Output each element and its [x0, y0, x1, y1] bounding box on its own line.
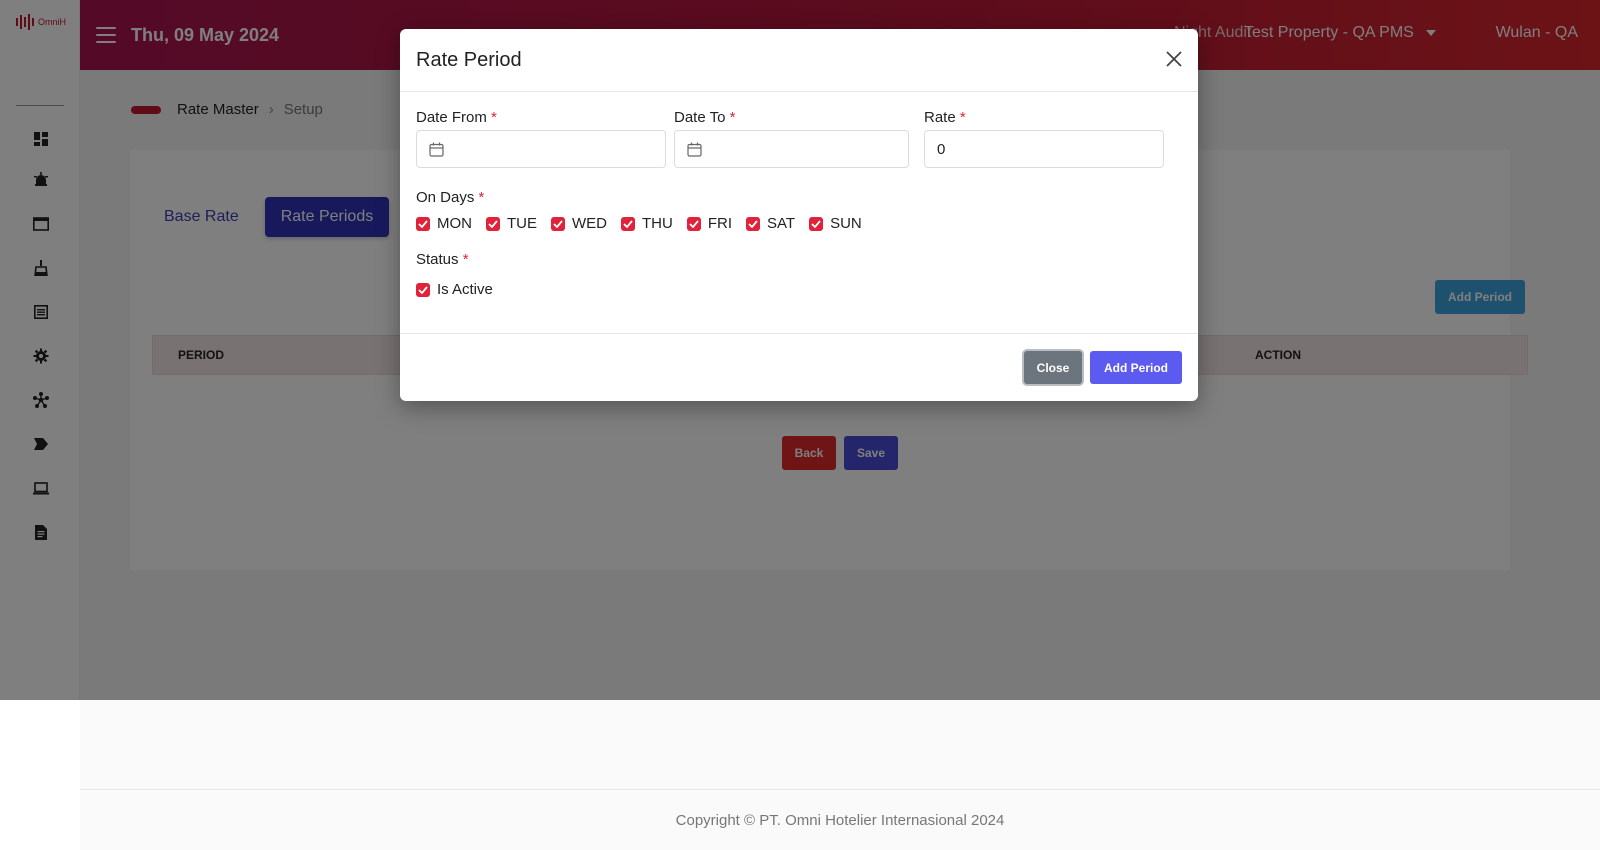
checkbox-checked-icon[interactable]: [486, 216, 500, 231]
date-to-label-text: Date To: [674, 109, 726, 126]
checkbox-checked-icon[interactable]: [551, 216, 565, 231]
day-label: TUE: [507, 215, 537, 232]
checkbox-checked-icon[interactable]: [416, 282, 430, 297]
rate-period-modal: Rate Period Date From * Date To * Rate *…: [400, 29, 1198, 401]
days-checkbox-group: MON TUE WED THU FRI SAT SUN: [416, 215, 862, 232]
checkbox-checked-icon[interactable]: [746, 216, 760, 231]
required-mark: *: [729, 109, 736, 126]
calendar-icon: [429, 142, 444, 157]
date-to-input[interactable]: [674, 130, 909, 168]
day-fri[interactable]: FRI: [686, 215, 732, 232]
modal-title: Rate Period: [416, 49, 522, 71]
checkbox-checked-icon[interactable]: [809, 216, 824, 231]
day-label: MON: [437, 215, 472, 232]
modal-footer-divider: [400, 333, 1198, 334]
date-to-label: Date To *: [674, 109, 735, 126]
day-label: SUN: [830, 215, 862, 232]
day-sun[interactable]: SUN: [809, 215, 862, 232]
rate-input[interactable]: 0: [924, 130, 1164, 168]
modal-header: Rate Period: [400, 29, 1198, 92]
date-from-label-text: Date From: [416, 109, 487, 126]
checkbox-checked-icon[interactable]: [416, 216, 430, 231]
day-label: FRI: [707, 215, 732, 232]
calendar-icon: [687, 142, 702, 157]
date-from-input[interactable]: [416, 130, 666, 168]
rate-label: Rate *: [924, 109, 966, 126]
required-mark: *: [478, 189, 485, 206]
copyright-text: Copyright © PT. Omni Hotelier Internasio…: [675, 812, 1005, 829]
rate-label-text: Rate: [924, 109, 956, 126]
required-mark: *: [491, 109, 497, 126]
day-wed[interactable]: WED: [551, 215, 607, 232]
is-active-checkbox[interactable]: Is Active: [416, 281, 493, 298]
day-label: THU: [642, 215, 673, 232]
day-label: SAT: [767, 215, 796, 232]
required-mark: *: [959, 109, 966, 126]
modal-close-button[interactable]: Close: [1024, 351, 1082, 384]
day-label: WED: [572, 215, 607, 232]
close-icon[interactable]: [1164, 49, 1184, 69]
is-active-label: Is Active: [437, 281, 493, 298]
required-mark: *: [462, 251, 469, 268]
status-label-text: Status: [416, 251, 459, 268]
checkbox-checked-icon[interactable]: [686, 216, 701, 231]
on-days-label: On Days *: [416, 189, 484, 206]
day-sat[interactable]: SAT: [746, 215, 795, 232]
footer-divider: [80, 789, 1600, 790]
day-mon[interactable]: MON: [416, 215, 472, 232]
day-thu[interactable]: THU: [621, 215, 673, 232]
date-from-label: Date From *: [416, 109, 497, 126]
checkbox-checked-icon[interactable]: [621, 216, 635, 231]
on-days-label-text: On Days: [416, 189, 475, 206]
status-label: Status *: [416, 251, 469, 268]
day-tue[interactable]: TUE: [486, 215, 537, 232]
modal-add-period-button[interactable]: Add Period: [1090, 351, 1182, 384]
